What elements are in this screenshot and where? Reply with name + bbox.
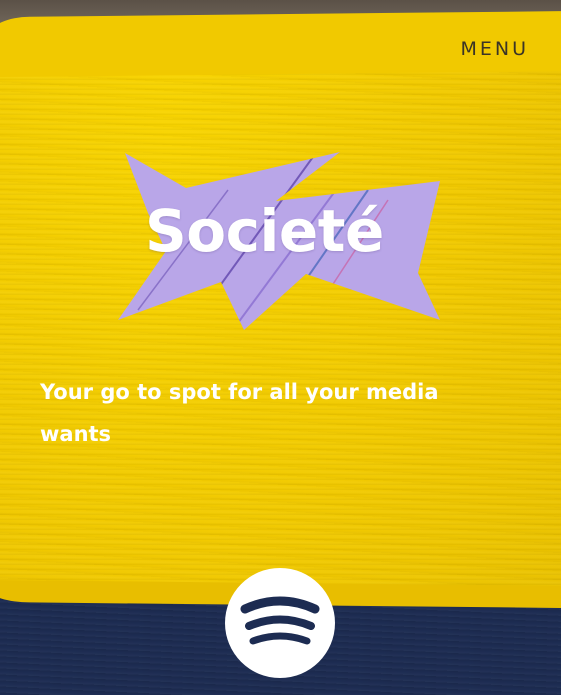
spotify-icon (240, 596, 320, 645)
hero-tagline: Your go to spot for all your media wants (40, 380, 439, 446)
spotify-button[interactable] (225, 568, 335, 678)
menu-button[interactable]: MENU (460, 38, 529, 60)
logo-text: Societé (145, 197, 384, 265)
